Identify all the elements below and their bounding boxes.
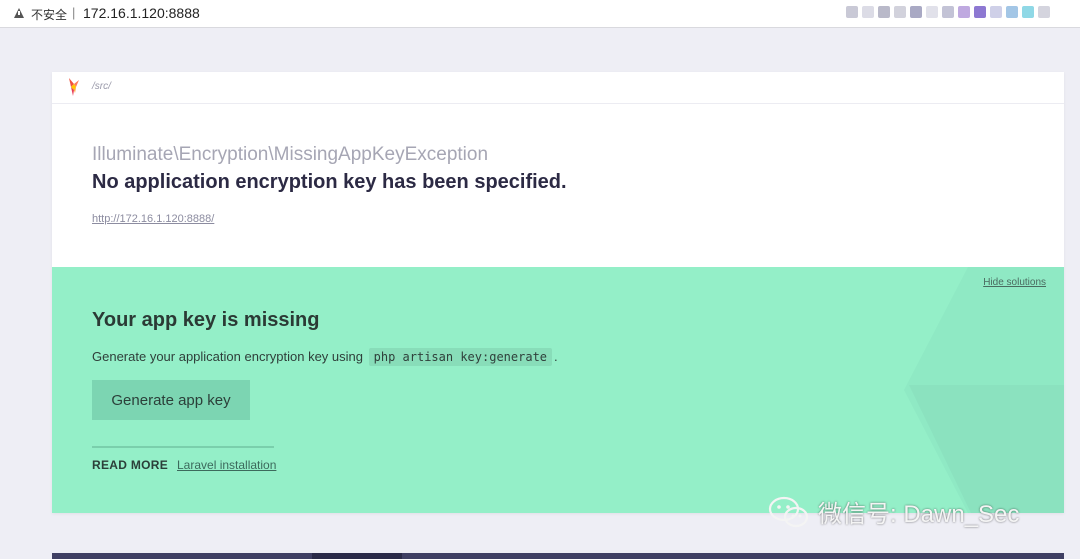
extension-icon[interactable] xyxy=(942,6,954,18)
request-url-link[interactable]: http://172.16.1.120:8888/ xyxy=(92,213,214,225)
wechat-watermark: 微信号: Dawn_Sec xyxy=(768,494,1019,529)
error-card: /src/ Illuminate\Encryption\MissingAppKe… xyxy=(52,72,1064,513)
solution-description-text: Generate your application encryption key… xyxy=(92,349,363,364)
extension-icon[interactable] xyxy=(990,6,1002,18)
extension-icon[interactable] xyxy=(1022,6,1034,18)
warning-icon[interactable] xyxy=(14,8,24,18)
generate-app-key-button[interactable]: Generate app key xyxy=(92,380,250,420)
url-separator: | xyxy=(72,5,76,20)
read-more-label: READ MORE xyxy=(92,458,169,472)
extension-icon[interactable] xyxy=(974,6,986,18)
extension-icon[interactable] xyxy=(878,6,890,18)
extension-icon[interactable] xyxy=(862,6,874,18)
extension-icon[interactable] xyxy=(846,6,858,18)
extension-icon[interactable] xyxy=(1038,6,1050,18)
bottom-tab-edge xyxy=(312,553,402,559)
hide-solutions-link[interactable]: Hide solutions xyxy=(983,277,1046,288)
extension-icons xyxy=(846,6,1050,18)
extension-icon[interactable] xyxy=(958,6,970,18)
insecure-label[interactable]: 不安全 xyxy=(31,6,67,23)
solution-title: Your app key is missing xyxy=(92,309,320,331)
exception-message: No application encryption key has been s… xyxy=(92,171,567,193)
exception-class: Illuminate\Encryption\MissingAppKeyExcep… xyxy=(92,144,489,165)
description-period: . xyxy=(554,349,558,364)
browser-address-bar[interactable]: 不安全 | 172.16.1.120:8888 xyxy=(0,0,1080,28)
extension-icon[interactable] xyxy=(894,6,906,18)
read-more-divider xyxy=(92,446,274,448)
bottom-panel-edge xyxy=(52,553,1064,559)
url-text[interactable]: 172.16.1.120:8888 xyxy=(83,5,200,21)
laravel-installation-link[interactable]: Laravel installation xyxy=(177,458,276,472)
artisan-command: php artisan key:generate xyxy=(368,348,553,366)
card-header: /src/ xyxy=(52,72,1064,104)
extension-icon[interactable] xyxy=(1006,6,1018,18)
solution-panel: Hide solutions Your app key is missing G… xyxy=(52,267,1064,513)
extension-icon[interactable] xyxy=(910,6,922,18)
solution-description: Generate your application encryption key… xyxy=(92,348,558,366)
watermark-text: 微信号: Dawn_Sec xyxy=(818,501,1020,528)
source-path: /src/ xyxy=(92,81,111,92)
exception-area: Illuminate\Encryption\MissingAppKeyExcep… xyxy=(52,104,1064,267)
wechat-icon xyxy=(768,496,809,527)
ignition-logo-icon xyxy=(69,78,79,96)
extension-icon[interactable] xyxy=(926,6,938,18)
